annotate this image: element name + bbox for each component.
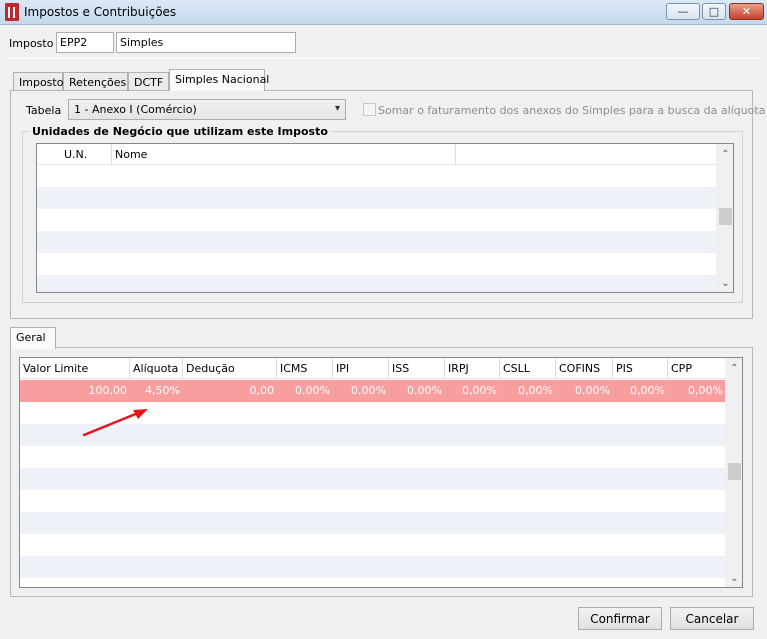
column-header-iss[interactable]: ISS <box>389 358 445 379</box>
column-header-pis[interactable]: PIS <box>613 358 668 379</box>
tab-imposto[interactable]: Imposto <box>13 72 63 92</box>
column-header-icms[interactable]: ICMS <box>277 358 333 379</box>
cell-csll[interactable]: 0,00% <box>500 380 556 402</box>
table-row[interactable] <box>20 468 726 490</box>
column-header-csll[interactable]: CSLL <box>500 358 556 379</box>
column-header-cpp[interactable]: CPP <box>668 358 726 379</box>
table-row[interactable] <box>37 209 717 231</box>
column-header-valor-limite[interactable]: Valor Limite <box>20 358 130 379</box>
cell-ipi[interactable]: 0,00% <box>333 380 389 402</box>
unidades-grid-header: U.N. Nome <box>37 144 717 165</box>
cell-iss[interactable]: 0,00% <box>389 380 445 402</box>
table-row[interactable] <box>20 490 726 512</box>
cell-irpj[interactable]: 0,00% <box>445 380 500 402</box>
cell-icms[interactable]: 0,00% <box>277 380 333 402</box>
table-row[interactable] <box>20 534 726 556</box>
cell-deducao[interactable]: 0,00 <box>183 380 277 402</box>
somar-label: Somar o faturamento dos anexos do Simple… <box>378 104 766 117</box>
title-bar: Impostos e Contribuições — □ ✕ <box>0 0 767 25</box>
imposto-name-field[interactable]: Simples <box>116 32 296 53</box>
tab-simples-nacional[interactable]: Simples Nacional <box>169 69 269 91</box>
app-icon <box>5 3 19 21</box>
scroll-down-icon[interactable]: ⌄ <box>726 570 742 587</box>
confirmar-button[interactable]: Confirmar <box>578 607 662 630</box>
table-row[interactable] <box>37 275 717 292</box>
column-header-aliquota[interactable]: Alíquota <box>130 358 183 379</box>
imposto-label: Imposto <box>9 37 54 50</box>
minimize-button[interactable]: — <box>666 3 700 20</box>
unidades-grid: U.N. Nome ⌃ ⌄ <box>36 143 734 293</box>
table-row[interactable] <box>37 187 717 209</box>
tab-dctf[interactable]: DCTF <box>128 72 169 92</box>
maximize-button[interactable]: □ <box>702 3 726 20</box>
cell-cofins[interactable]: 0,00% <box>556 380 613 402</box>
vertical-scrollbar[interactable]: ⌃ ⌄ <box>716 144 733 292</box>
scroll-thumb[interactable] <box>719 208 732 225</box>
table-row[interactable] <box>37 253 717 275</box>
table-row[interactable] <box>20 556 726 578</box>
tabela-select-value: 1 - Anexo I (Comércio) <box>74 103 197 116</box>
table-row[interactable] <box>20 578 726 587</box>
maximize-icon: □ <box>708 5 720 18</box>
table-row[interactable] <box>37 231 717 253</box>
window-title: Impostos e Contribuições <box>24 5 177 19</box>
column-header-un[interactable]: U.N. <box>37 144 112 165</box>
column-header-ipi[interactable]: IPI <box>333 358 389 379</box>
table-row[interactable] <box>20 512 726 534</box>
vertical-scrollbar[interactable]: ⌃ ⌄ <box>725 358 742 587</box>
minimize-icon: — <box>677 5 689 18</box>
tab-retencoes[interactable]: Retenções <box>63 72 128 92</box>
tab-geral[interactable]: Geral <box>10 327 56 349</box>
scroll-up-icon[interactable]: ⌃ <box>726 360 742 377</box>
close-button[interactable]: ✕ <box>729 3 764 20</box>
somar-checkbox[interactable] <box>363 103 376 116</box>
geral-grid-header: Valor Limite Alíquota Dedução ICMS IPI I… <box>20 358 726 379</box>
geral-grid: Valor Limite Alíquota Dedução ICMS IPI I… <box>19 357 743 588</box>
separator <box>8 58 762 59</box>
cell-valor-limite[interactable]: 100,00 <box>20 380 130 402</box>
scroll-down-icon[interactable]: ⌄ <box>717 275 733 292</box>
annotation-arrow-icon <box>82 409 148 437</box>
imposto-code-field[interactable]: EPP2 <box>56 32 114 53</box>
scroll-thumb[interactable] <box>728 463 741 480</box>
column-header-irpj[interactable]: IRPJ <box>445 358 500 379</box>
cancelar-button[interactable]: Cancelar <box>670 607 754 630</box>
tabela-select[interactable]: 1 - Anexo I (Comércio) ▾ <box>68 99 346 120</box>
chevron-down-icon: ▾ <box>334 103 340 114</box>
table-row-selected[interactable]: 100,00 4,50% 0,00 0,00% 0,00% 0,00% 0,00… <box>20 380 726 402</box>
unidades-title: Unidades de Negócio que utilizam este Im… <box>30 125 330 138</box>
table-row[interactable] <box>37 165 717 187</box>
column-header-cofins[interactable]: COFINS <box>556 358 613 379</box>
table-row[interactable] <box>20 446 726 468</box>
column-header-deducao[interactable]: Dedução <box>183 358 277 379</box>
scroll-up-icon[interactable]: ⌃ <box>717 146 733 163</box>
column-header-nome[interactable]: Nome <box>112 144 456 165</box>
cell-cpp[interactable]: 0,00% <box>668 380 726 402</box>
cell-pis[interactable]: 0,00% <box>613 380 668 402</box>
close-icon: ✕ <box>741 5 752 18</box>
tabela-label: Tabela <box>26 104 62 117</box>
cell-aliquota[interactable]: 4,50% <box>130 380 183 402</box>
